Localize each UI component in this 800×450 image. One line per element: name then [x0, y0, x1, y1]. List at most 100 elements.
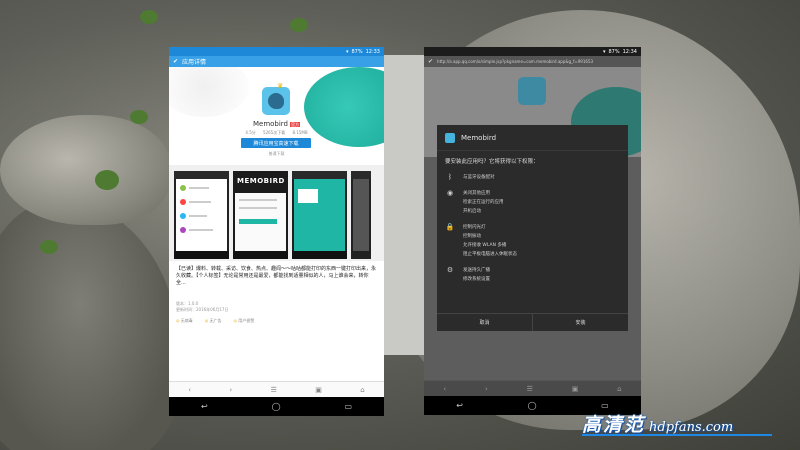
back-icon[interactable]: ‹	[188, 386, 191, 394]
permission-group: 🔒 控制闪光灯 控制振动 允许接收 WLAN 多播 阻止平板电脑进入休眠状态	[445, 223, 620, 259]
menu-icon[interactable]: ☰	[527, 385, 533, 393]
status-time: 12:33	[365, 48, 380, 55]
leaf	[130, 110, 148, 124]
background-rock	[0, 115, 170, 225]
wifi-icon: ▾	[602, 48, 606, 55]
permission-item: 检索正在运行的应用	[463, 200, 504, 205]
browser-toolbar: ‹ › ☰ ▣ ⌂	[424, 380, 641, 396]
shot-avatar	[180, 199, 186, 205]
home-icon[interactable]: ◯	[528, 401, 537, 410]
shot-line	[239, 199, 277, 201]
shot-header	[292, 171, 347, 179]
permission-item: 发送持久广播	[463, 268, 490, 273]
shot-avatar	[180, 227, 186, 233]
shot-header	[174, 171, 229, 179]
watermark-underline	[582, 434, 772, 436]
dialog-header: Memobird	[437, 125, 628, 151]
shot-line	[189, 187, 209, 189]
memobird-logo-text: MEMOBIRD	[237, 177, 285, 185]
settings-icon: ⚙	[446, 266, 454, 274]
watermark-domain: hdpfans.com	[649, 420, 734, 435]
status-bar: ▾ 87% 12:34	[424, 47, 641, 56]
app-name: Memobird 官方	[169, 120, 384, 128]
cancel-button[interactable]: 取消	[437, 314, 533, 331]
shot-navbar	[292, 251, 347, 259]
home-icon[interactable]: ⌂	[617, 385, 621, 393]
browser-toolbar: ‹ › ☰ ▣ ⌂	[169, 381, 384, 397]
install-button[interactable]: 安装	[533, 314, 628, 331]
permission-list[interactable]: ᛒ 与蓝牙设备配对 ◉ 关闭其他应用 检索正在运行的应用 开机启动 🔒 控制闪光…	[437, 171, 628, 293]
shot-line	[189, 215, 207, 217]
fast-download-button[interactable]: 腾讯应用宝高速下载	[241, 138, 311, 148]
permission-item: 控制闪光灯	[463, 225, 486, 230]
dialog-app-name: Memobird	[461, 133, 497, 142]
permission-item: 开机启动	[463, 209, 481, 214]
hero-decoration	[169, 67, 249, 117]
leaf	[40, 240, 58, 254]
tabs-icon[interactable]: ▣	[315, 386, 322, 394]
shot-body	[294, 179, 345, 251]
app-name-text: Memobird	[252, 120, 289, 128]
screenshot-thumbnail[interactable]: MEMOBIRD	[233, 171, 288, 259]
recents-icon[interactable]: ▭	[344, 402, 352, 411]
eye-icon: ◉	[446, 189, 454, 197]
status-time: 12:34	[622, 48, 637, 55]
permission-item: 阻止平板电脑进入休眠状态	[463, 252, 517, 257]
shot-line	[189, 229, 213, 231]
screenshot-carousel[interactable]: MEMOBIRD	[169, 165, 384, 261]
site-watermark: 高清范 hdpfans.com	[582, 410, 733, 437]
shot-body	[235, 193, 286, 251]
leaf	[95, 170, 119, 190]
safety-tags: 无病毒 无广告 用户很赞	[169, 313, 384, 329]
recents-icon[interactable]: ▭	[601, 401, 609, 410]
shot-line	[189, 201, 211, 203]
menu-icon[interactable]: ☰	[271, 386, 277, 394]
app-rating: 4.5分	[245, 130, 256, 135]
shot-header	[351, 171, 371, 179]
app-description: 【已读】爆料、转载、采访、饮食、热点、趣闻～～咕咕都能打印的东西一键打印出来，永…	[176, 266, 377, 286]
permission-group: ᛒ 与蓝牙设备配对	[445, 173, 620, 182]
dialog-question: 要安装此应用吗？它将获得以下权限：	[445, 159, 539, 165]
app-icon	[518, 77, 546, 105]
app-downloads: 5265次下载	[263, 130, 286, 135]
shot-navbar	[233, 251, 288, 259]
permission-item: 修改系统设置	[463, 277, 490, 282]
forward-icon[interactable]: ›	[229, 386, 232, 394]
crown-icon: ♛	[277, 82, 284, 90]
back-icon[interactable]: ‹	[443, 385, 446, 393]
url-bar[interactable]: ✔ http://a.app.qq.com/o/simple.jsp?pkgna…	[424, 56, 641, 67]
tabs-icon[interactable]: ▣	[572, 385, 579, 393]
screenshot-thumbnail[interactable]	[351, 171, 371, 259]
screenshot-thumbnail[interactable]	[174, 171, 229, 259]
permission-item: 允许接收 WLAN 多播	[463, 243, 507, 248]
home-icon[interactable]: ◯	[272, 402, 281, 411]
shot-card	[298, 189, 318, 203]
back-icon[interactable]: ↩	[456, 401, 463, 410]
app-size: 8.15MB	[292, 130, 308, 135]
check-icon: ✔	[173, 58, 179, 65]
title-bar: ✔ 应用详情	[169, 56, 384, 67]
shot-line	[239, 207, 277, 209]
forward-icon[interactable]: ›	[485, 385, 488, 393]
home-icon[interactable]: ⌂	[360, 386, 364, 394]
permission-item: 控制振动	[463, 234, 481, 239]
install-dialog: Memobird 要安装此应用吗？它将获得以下权限： ᛒ 与蓝牙设备配对 ◉ 关…	[437, 125, 628, 331]
right-phone-screen: ▾ 87% 12:34 ✔ http://a.app.qq.com/o/simp…	[424, 47, 641, 415]
app-info: 版本：1.0.0 更新时间：2016年06月17日	[169, 301, 384, 313]
permission-item: 与蓝牙设备配对	[463, 175, 495, 180]
tag-no-virus: 无病毒	[176, 318, 193, 324]
screenshot-thumbnail[interactable]	[292, 171, 347, 259]
app-icon	[445, 132, 455, 143]
shot-body	[353, 179, 369, 251]
shot-body	[176, 179, 227, 251]
system-navigation-bar: ↩ ◯ ▭	[169, 397, 384, 416]
normal-download-link[interactable]: 普通下载	[169, 151, 384, 157]
lock-icon: 🔒	[445, 223, 455, 231]
back-icon[interactable]: ↩	[201, 402, 208, 411]
dialog-actions: 取消 安装	[437, 313, 628, 331]
shot-button	[239, 219, 277, 224]
tag-user-praise: 用户很赞	[234, 318, 254, 324]
tag-no-ads: 无广告	[205, 318, 222, 324]
page-title: 应用详情	[182, 59, 207, 66]
status-bar: ▾ 87% 12:33	[169, 47, 384, 56]
